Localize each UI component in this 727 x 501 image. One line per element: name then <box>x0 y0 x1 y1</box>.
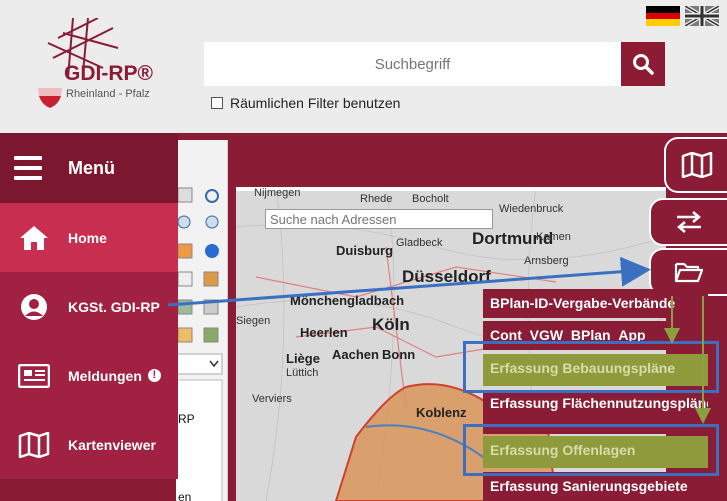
map-city-koeln: Köln <box>372 315 410 334</box>
sidebar-item-home[interactable]: Home <box>0 203 178 272</box>
map-city-hasselt: Siegen <box>236 315 271 327</box>
map-icon <box>681 152 712 178</box>
language-flags <box>646 6 719 26</box>
search-button[interactable] <box>621 42 665 86</box>
map-city-kamen: Kamen <box>536 231 571 243</box>
home-icon <box>18 223 50 253</box>
dropdown-item[interactable]: BPlan-ID-Vergabe-Verbände <box>483 289 708 318</box>
menu-title: Menü <box>68 157 115 178</box>
german-flag-icon[interactable] <box>646 6 680 26</box>
map-city-luettich: Lüttich <box>286 367 319 379</box>
map-city-gladbeck: Gladbeck <box>396 237 443 249</box>
uk-flag-icon[interactable] <box>685 6 719 26</box>
search-icon <box>633 54 654 75</box>
tab-map[interactable] <box>664 137 727 193</box>
map-city-nijmegen: Nijmegen <box>254 187 301 199</box>
tab-swap[interactable] <box>649 198 727 246</box>
sidebar-item-kartenviewer[interactable]: Kartenviewer <box>0 410 178 479</box>
annotation-box <box>463 424 719 476</box>
logo-title: GDI-RP® <box>64 62 153 85</box>
map-city-liege: Liège <box>286 351 320 366</box>
map-city-duesseldorf: Düsseldorf <box>402 267 491 286</box>
map-city-duisburg: Duisburg <box>336 243 394 258</box>
sidebar-item-label: KGSt. GDI-RP <box>68 298 160 315</box>
sidebar-item-label: Meldungen <box>68 367 142 384</box>
map-city-koblenz: Koblenz <box>416 405 467 420</box>
sidebar-item-kgst[interactable]: KGSt. GDI-RP <box>0 272 178 341</box>
spatial-filter[interactable]: Räumlichen Filter benutzen <box>211 95 400 111</box>
menu-toggle[interactable]: Menü <box>0 133 178 203</box>
search-input[interactable] <box>204 42 621 86</box>
map-tool-panel: RP en <box>173 140 228 501</box>
annotation-box <box>463 341 719 393</box>
map-city-arnsberg: Arnsberg <box>524 255 569 267</box>
alert-icon: ! <box>147 369 161 382</box>
logo-subtitle: Rheinland - Pfalz <box>66 88 150 100</box>
panel-text-rp: RP <box>178 412 195 426</box>
hamburger-icon <box>14 156 42 180</box>
tool-icons[interactable] <box>173 187 223 501</box>
sidebar-item-meldungen[interactable]: Meldungen ! <box>0 341 178 410</box>
sidebar-item-label: Kartenviewer <box>68 436 156 453</box>
map-city-heerlen: Heerlen <box>300 325 348 340</box>
map-city-bonn: Bonn <box>382 347 416 362</box>
map-city-aachen: Aachen <box>332 347 379 362</box>
map-city-wiedenbruck: Wiedenbruck <box>499 203 564 215</box>
spatial-filter-checkbox[interactable] <box>211 97 223 109</box>
gdi-rp-logo[interactable]: GDI-RP® Rheinland - Pfalz <box>28 17 158 113</box>
map-city-verviers: Verviers <box>252 393 292 405</box>
user-icon <box>18 292 50 322</box>
map-city-moenchengladbach: Mönchengladbach <box>290 293 405 308</box>
sidebar-menu: Menü Home KGSt. GDI-RP Meldungen ! Karte… <box>0 133 178 501</box>
page: GDI-RP® Rheinland - Pfalz Räum <box>0 0 727 501</box>
dropdown-item[interactable]: Erfassung Sanierungsgebiete <box>483 472 708 501</box>
header: GDI-RP® Rheinland - Pfalz Räum <box>0 0 727 133</box>
sidebar-item-label: Home <box>68 229 107 246</box>
map-city-rhede: Rhede <box>360 193 393 205</box>
panel-text-en: en <box>178 490 192 501</box>
map-city-bocholt: Bocholt <box>412 193 449 205</box>
map-icon <box>18 430 50 460</box>
swap-arrows-icon <box>677 211 701 233</box>
folder-open-icon <box>674 262 704 283</box>
spatial-filter-label: Räumlichen Filter benutzen <box>230 95 401 111</box>
address-search-input[interactable] <box>265 209 493 229</box>
newspaper-icon <box>18 361 50 391</box>
